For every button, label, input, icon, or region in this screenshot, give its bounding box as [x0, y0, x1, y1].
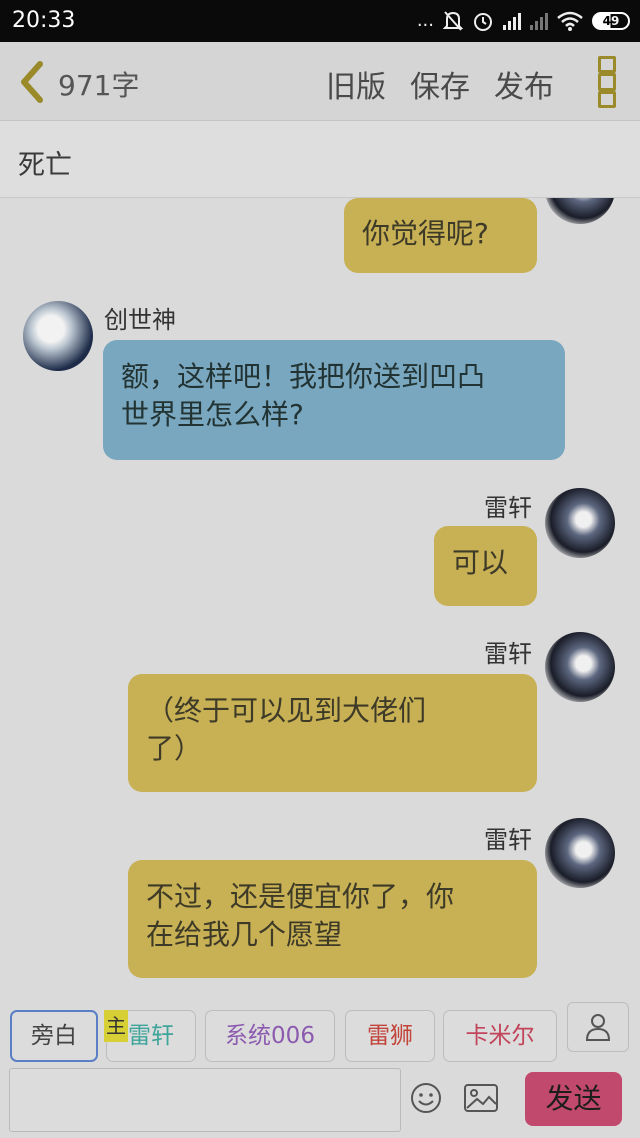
save-button[interactable]: 保存 [410, 62, 470, 106]
emoji-icon[interactable] [410, 1082, 442, 1114]
message-bubble[interactable]: 额，这样吧！我把你送到凹凸 世界里怎么样? [103, 340, 565, 460]
add-role-button[interactable] [567, 1002, 629, 1052]
old-version-button[interactable]: 旧版 [326, 62, 386, 106]
message-bubble[interactable]: 可以 [434, 526, 537, 606]
avatar[interactable] [23, 301, 93, 371]
more-dots-icon: ... [416, 10, 434, 31]
message-bubble[interactable]: 不过，还是便宜你了，你 在给我几个愿望 [128, 860, 537, 978]
host-badge: 主 [104, 1010, 128, 1042]
message-line: 了） [146, 732, 203, 765]
role-selector: 旁白 雷轩 主 系统006 雷狮 卡米尔 [0, 990, 640, 1064]
chat-area[interactable]: 你觉得呢? 创世神 额，这样吧！我把你送到凹凸 世界里怎么样? 雷轩 可以 雷轩… [0, 198, 640, 990]
message-text: 可以 [452, 546, 509, 579]
speaker-name: 雷轩 [484, 494, 532, 522]
message-bubble[interactable]: （终于可以见到大佬们 了） [128, 674, 537, 792]
speaker-name: 雷轩 [484, 640, 532, 668]
avatar[interactable] [545, 198, 615, 224]
chapter-title[interactable]: 死亡 [18, 143, 72, 182]
avatar[interactable] [545, 818, 615, 888]
alarm-icon [474, 13, 492, 31]
image-icon[interactable] [464, 1084, 498, 1112]
composer: 发送 [0, 1064, 640, 1138]
send-button[interactable]: 发送 [525, 1072, 622, 1126]
signal-icon [503, 12, 521, 30]
speaker-name: 雷轩 [484, 826, 532, 854]
publish-button[interactable]: 发布 [494, 62, 554, 106]
more-menu-icon[interactable] [598, 56, 616, 108]
bell-muted-icon [443, 11, 463, 31]
message-input[interactable] [9, 1068, 401, 1132]
avatar[interactable] [545, 632, 615, 702]
status-time: 20:33 [12, 8, 76, 33]
signal-secondary-icon [530, 12, 548, 30]
role-button[interactable]: 雷狮 [345, 1010, 435, 1062]
role-button[interactable]: 系统006 [205, 1010, 335, 1062]
battery-level: 49 [602, 14, 620, 28]
status-bar: 20:33 ... 49 [0, 0, 640, 42]
message-line: 在给我几个愿望 [146, 918, 343, 951]
message-line: （终于可以见到大佬们 [146, 694, 427, 727]
person-icon [585, 1014, 611, 1041]
back-arrow-icon[interactable] [16, 60, 46, 104]
message-text: 你觉得呢? [362, 217, 489, 250]
speaker-name: 创世神 [104, 306, 176, 334]
role-button[interactable]: 卡米尔 [443, 1010, 557, 1062]
editor-toolbar: 971字 旧版 保存 发布 [0, 42, 640, 121]
chapter-title-bar[interactable]: 死亡 [0, 121, 640, 198]
word-count: 971字 [58, 69, 140, 102]
battery-icon: 49 [592, 12, 630, 30]
status-icons: ... 49 [417, 8, 630, 34]
message-line: 不过，还是便宜你了，你 [146, 880, 455, 913]
avatar[interactable] [545, 488, 615, 558]
message-bubble[interactable]: 你觉得呢? [344, 198, 537, 273]
message-line: 世界里怎么样? [121, 398, 304, 431]
role-narration-button[interactable]: 旁白 [10, 1010, 98, 1062]
message-line: 额，这样吧！我把你送到凹凸 [121, 360, 486, 393]
wifi-icon [557, 11, 583, 31]
